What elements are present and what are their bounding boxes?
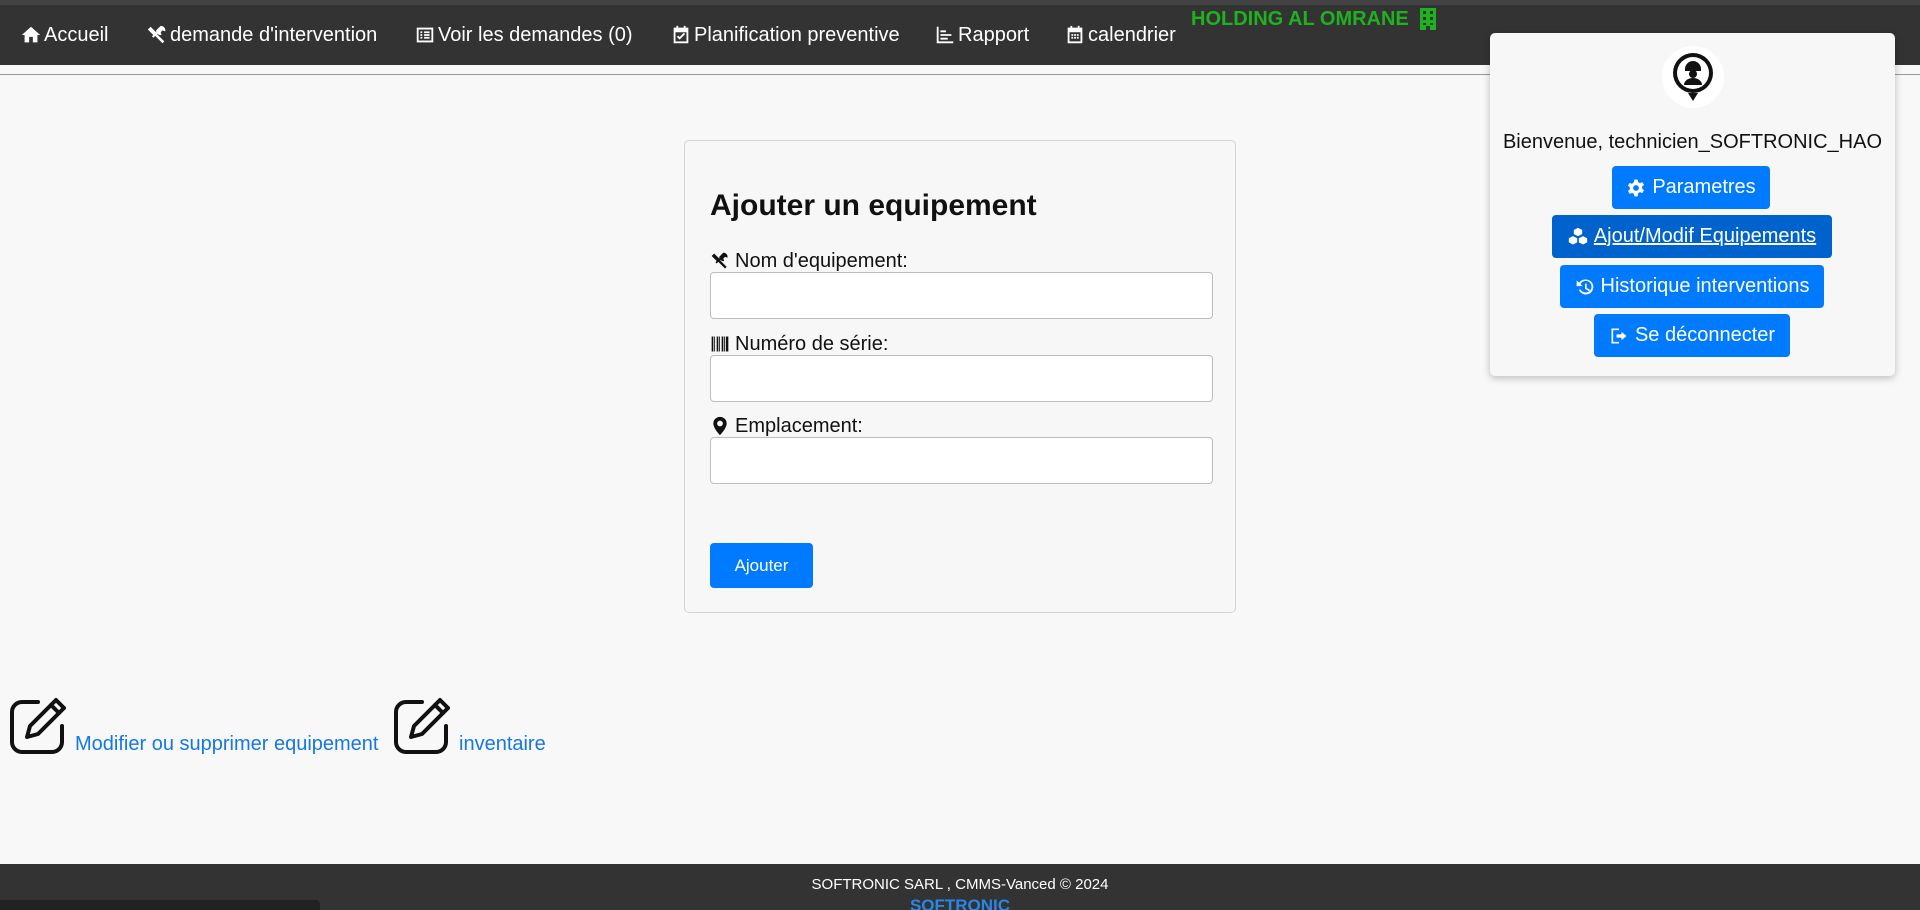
nav-item-voir-demandes[interactable]: Voir les demandes (0) (414, 20, 633, 50)
tools-icon (147, 25, 166, 44)
modifier-supprimer-label: Modifier ou supprimer equipement (75, 733, 379, 755)
inventaire-link[interactable]: inventaire (392, 684, 546, 756)
historique-label: Historique interventions (1600, 275, 1810, 297)
user-panel: Bienvenue, technicien_SOFTRONIC_HAO Para… (1490, 33, 1895, 376)
gear-icon (1628, 179, 1645, 196)
parametres-label: Parametres (1652, 176, 1756, 198)
ajouter-button[interactable]: Ajouter (710, 543, 813, 588)
avatar (1662, 46, 1724, 108)
logout-label: Se déconnecter (1634, 324, 1776, 346)
ajout-modif-equipements-button[interactable]: Ajout/Modif Equipements (1552, 215, 1832, 258)
nav-item-calendrier[interactable]: calendrier (1064, 20, 1176, 50)
location-input[interactable] (710, 437, 1213, 484)
browser-status-bar (0, 900, 320, 910)
barcode-icon (711, 336, 729, 352)
nav-item-planification[interactable]: Planification preventive (670, 20, 900, 50)
home-icon (21, 26, 41, 43)
nav-item-label: Planification preventive (694, 23, 900, 46)
nav-item-rapport[interactable]: Rapport (934, 20, 1029, 50)
ajout-modif-label: Ajout/Modif Equipements (1593, 225, 1817, 247)
location-label: Emplacement: (710, 414, 863, 438)
history-icon (1576, 278, 1593, 294)
location-label-text: Emplacement: (735, 414, 863, 437)
equipment-name-input[interactable] (710, 272, 1213, 319)
inventaire-label: inventaire (459, 733, 546, 755)
modifier-supprimer-equipement-link[interactable]: Modifier ou supprimer equipement (8, 684, 379, 756)
welcome-text: Bienvenue, technicien_SOFTRONIC_HAO (1502, 131, 1883, 153)
nav-item-label: demande d'intervention (170, 23, 378, 46)
nav-item-label: Accueil (44, 23, 109, 46)
list-icon (416, 27, 434, 43)
equipment-name-label: Nom d'equipement: (710, 249, 908, 273)
nav-item-demande-intervention[interactable]: demande d'intervention (146, 20, 377, 50)
brand-label: HOLDING AL OMRANE (1191, 7, 1409, 30)
equipment-name-label-text: Nom d'equipement: (735, 249, 908, 272)
calendar-check-icon (673, 25, 689, 44)
form-title: Ajouter un equipement (710, 189, 1037, 222)
logout-button[interactable]: Se déconnecter (1594, 314, 1790, 357)
cubes-icon (1568, 227, 1587, 244)
footer-copyright: SOFTRONIC SARL , CMMS-Vanced © 2024 (811, 876, 1109, 893)
historique-interventions-button[interactable]: Historique interventions (1560, 265, 1824, 308)
brand-name: HOLDING AL OMRANE (1191, 6, 1437, 32)
nav-item-label: Rapport (958, 23, 1030, 46)
logout-icon (1611, 328, 1627, 343)
calendar-icon (1067, 25, 1083, 44)
serial-number-input[interactable] (710, 355, 1213, 402)
building-icon (1419, 8, 1436, 30)
parametres-button[interactable]: Parametres (1612, 166, 1770, 209)
edit-icon (394, 698, 450, 754)
add-equipment-form: Ajouter un equipement Nom d'equipement: … (684, 140, 1236, 613)
nav-item-accueil[interactable]: Accueil (20, 20, 108, 50)
chart-icon (936, 26, 954, 44)
edit-icon (10, 698, 66, 754)
map-marker-icon (713, 416, 727, 436)
serial-number-label: Numéro de série: (710, 332, 888, 356)
nav-item-label: Voir les demandes (0) (438, 23, 633, 46)
nav-item-label: calendrier (1088, 23, 1176, 46)
technician-avatar-icon (1673, 53, 1713, 101)
serial-number-label-text: Numéro de série: (735, 332, 889, 355)
tools-icon (711, 252, 728, 269)
